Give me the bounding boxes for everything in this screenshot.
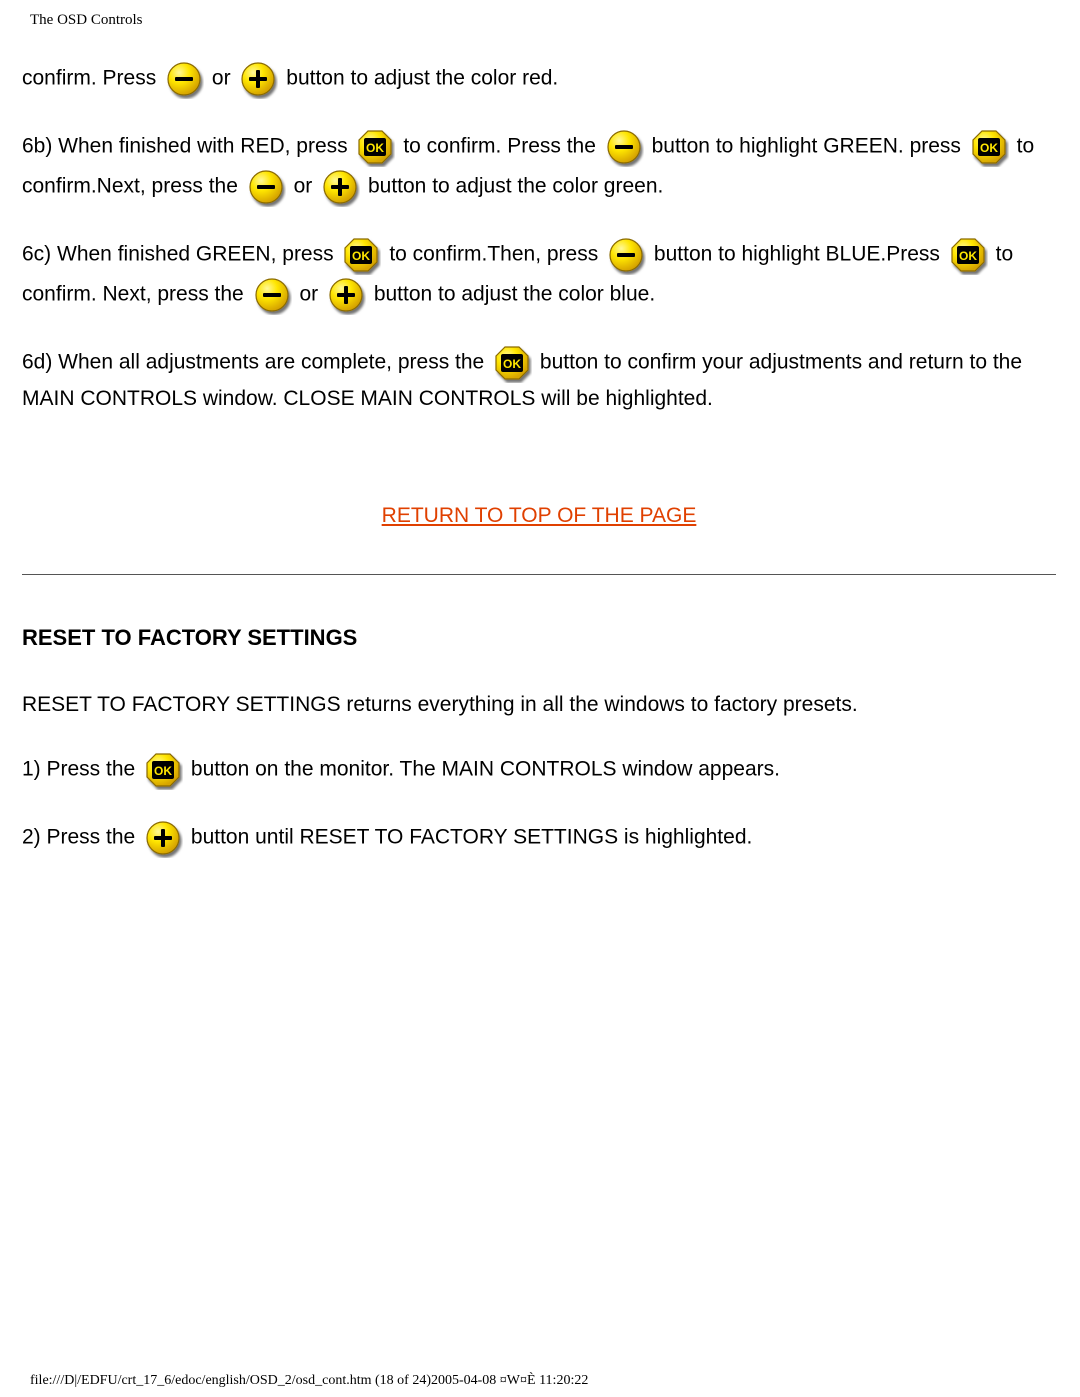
text: button to highlight BLUE.Press xyxy=(654,243,940,266)
text: button until RESET TO FACTORY SETTINGS i… xyxy=(191,826,752,849)
text: button to adjust the color red. xyxy=(286,67,558,90)
step-6c: 6c) When finished GREEN, press to confir… xyxy=(22,235,1056,315)
footer-filepath: file:///D|/EDFU/crt_17_6/edoc/english/OS… xyxy=(30,1373,588,1389)
ok-button-icon xyxy=(143,750,183,790)
step-6a-continued: confirm. Press or button to adjust the c… xyxy=(22,59,1056,99)
text: button to adjust the color green. xyxy=(368,175,663,198)
plus-button-icon xyxy=(143,818,183,858)
reset-step-2: 2) Press the button until RESET TO FACTO… xyxy=(22,818,1056,858)
step-6b: 6b) When finished with RED, press to con… xyxy=(22,127,1056,207)
text: button on the monitor. The MAIN CONTROLS… xyxy=(191,758,780,781)
text: to confirm. Press the xyxy=(403,135,596,158)
reset-intro: RESET TO FACTORY SETTINGS returns everyt… xyxy=(22,689,1056,722)
step-6d: 6d) When all adjustments are complete, p… xyxy=(22,343,1056,416)
text: 6c) When finished GREEN, press xyxy=(22,243,334,266)
plus-button-icon xyxy=(238,59,278,99)
text: RESET TO FACTORY SETTINGS returns everyt… xyxy=(22,694,858,717)
section-heading-reset: RESET TO FACTORY SETTINGS xyxy=(22,621,1056,655)
text: 1) Press the xyxy=(22,758,135,781)
text: or xyxy=(212,67,231,90)
return-to-top-container: RETURN TO TOP OF THE PAGE xyxy=(22,500,1056,533)
return-to-top-link[interactable]: RETURN TO TOP OF THE PAGE xyxy=(382,504,697,527)
reset-step-1: 1) Press the button on the monitor. The … xyxy=(22,750,1056,790)
minus-button-icon xyxy=(252,275,292,315)
text: 6b) When finished with RED, press xyxy=(22,135,348,158)
ok-button-icon xyxy=(948,235,988,275)
ok-button-icon xyxy=(969,127,1009,167)
minus-button-icon xyxy=(606,235,646,275)
text: or xyxy=(294,175,313,198)
section-divider xyxy=(22,574,1056,575)
ok-button-icon xyxy=(492,343,532,383)
text: button to highlight GREEN. press xyxy=(652,135,961,158)
text: button to adjust the color blue. xyxy=(374,283,655,306)
text: to confirm.Then, press xyxy=(389,243,598,266)
plus-button-icon xyxy=(320,167,360,207)
text: 2) Press the xyxy=(22,826,135,849)
ok-button-icon xyxy=(355,127,395,167)
minus-button-icon xyxy=(164,59,204,99)
text: or xyxy=(299,283,318,306)
minus-button-icon xyxy=(604,127,644,167)
page-title: The OSD Controls xyxy=(30,12,1060,29)
main-content: confirm. Press or button to adjust the c… xyxy=(20,59,1060,858)
plus-button-icon xyxy=(326,275,366,315)
text: 6d) When all adjustments are complete, p… xyxy=(22,351,484,374)
text: confirm. Press xyxy=(22,67,156,90)
ok-button-icon xyxy=(341,235,381,275)
minus-button-icon xyxy=(246,167,286,207)
